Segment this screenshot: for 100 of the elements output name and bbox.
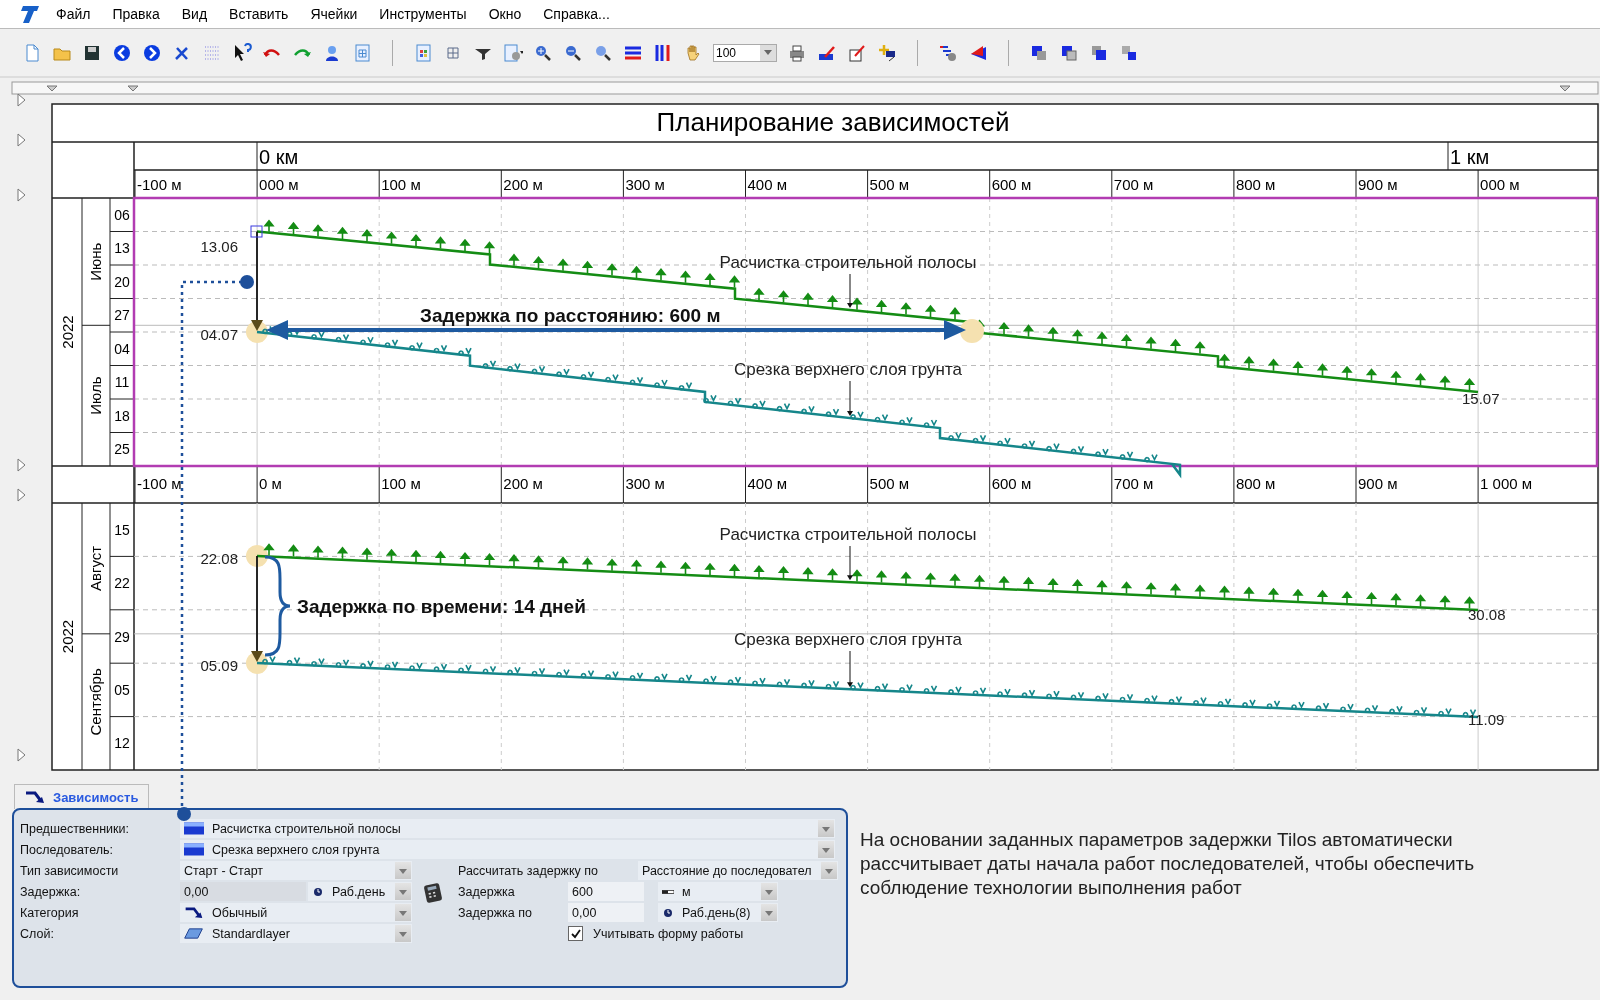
calc-method-select[interactable]: Расстояние до последовател	[638, 861, 838, 880]
month-label: Июнь	[87, 242, 104, 281]
menu-item[interactable]: Вид	[181, 6, 208, 22]
date-label: 22.08	[200, 550, 238, 567]
menu-item[interactable]: Справка...	[543, 6, 610, 22]
date-label: 15.07	[1462, 390, 1500, 407]
month-label: Сентябрь	[87, 668, 104, 736]
pane-marker-icon[interactable]	[17, 458, 26, 472]
axis-label: -100 м	[137, 176, 182, 193]
type-select[interactable]: Старт - Старт	[180, 861, 412, 880]
distance-delay-field[interactable]: 600	[568, 882, 644, 901]
unit-select[interactable]: м	[658, 882, 778, 901]
unit-select[interactable]: Раб.день	[308, 882, 412, 901]
checkbox-label: Учитывать форму работы	[593, 926, 744, 941]
dependency-icon	[184, 906, 204, 919]
pane-marker-icon[interactable]	[17, 748, 26, 762]
field-label: Рассчитать задержку по	[458, 863, 599, 878]
menu-item[interactable]: Вставить	[229, 6, 289, 22]
axis-label: 000 м	[1480, 176, 1520, 193]
work-label: Расчистка строительной полосы	[719, 525, 977, 544]
zoom-field[interactable]: 100	[713, 43, 777, 62]
selected-pane[interactable]	[132, 196, 1599, 468]
layer-select[interactable]: Standardlayer	[180, 924, 412, 943]
day-label: 27	[114, 307, 130, 324]
day-label: 22	[114, 575, 130, 592]
selection-handle[interactable]	[250, 225, 263, 238]
layer-icon	[184, 927, 204, 940]
unit-select[interactable]: Раб.день(8)	[658, 903, 778, 922]
pane-marker-icon[interactable]	[17, 93, 26, 107]
month-label: Июль	[87, 376, 104, 415]
printer-icon[interactable]	[787, 42, 807, 63]
axis-label: 000 м	[259, 176, 299, 193]
caret-icon	[764, 50, 772, 55]
month-label: Август	[87, 545, 104, 591]
check-icon	[570, 928, 581, 939]
chart-title: Планирование зависимостей	[656, 107, 1010, 137]
axis-label: 100 м	[381, 176, 421, 193]
clock-icon	[662, 907, 674, 918]
delay-field[interactable]: 0,00	[180, 882, 306, 901]
highlight-circle	[960, 319, 984, 343]
axis-label: 500 м	[869, 475, 910, 492]
field-label: Тип зависимости	[20, 863, 120, 878]
table-icon[interactable]	[352, 42, 372, 63]
axis-label: 600 м	[991, 475, 1032, 492]
work-label: Расчистка строительной полосы	[719, 253, 977, 272]
axis-label: 700 м	[1113, 475, 1154, 492]
menu-item[interactable]: Файл	[56, 6, 91, 22]
day-label: 15	[114, 521, 130, 538]
vertical-bars-icon[interactable]	[653, 42, 673, 63]
axis-label: 900 м	[1358, 176, 1398, 193]
add-percent-icon[interactable]	[877, 42, 897, 63]
calculator-icon[interactable]	[422, 882, 444, 904]
annotation-text: Задержка по расстоянию: 600 м	[420, 305, 721, 326]
pane-marker-icon[interactable]	[17, 133, 26, 147]
work-label: Срезка верхнего слоя грунта	[734, 630, 962, 649]
field-label: Задержка	[458, 884, 516, 899]
delay-by-field[interactable]: 0,00	[568, 903, 644, 922]
axis-label: 400 м	[747, 176, 787, 193]
date-label: 13.06	[200, 237, 238, 255]
menu-item[interactable]: Окно	[488, 6, 522, 22]
pane-marker-icon[interactable]	[17, 488, 26, 502]
pane-marker-icon[interactable]	[17, 188, 26, 202]
pointer-arrow	[847, 273, 853, 308]
back-icon[interactable]	[112, 42, 132, 63]
annotation-text: Задержка по времени: 14 дней	[297, 596, 586, 617]
app-logo-icon	[20, 4, 40, 24]
work-line[interactable]	[256, 219, 1479, 394]
chart-file-icon[interactable]	[413, 42, 433, 63]
field-label: Предшественники:	[20, 821, 131, 836]
date-label: 11.09	[1468, 711, 1505, 728]
axis-label: 100 м	[381, 475, 421, 492]
menu-item[interactable]: Ячейки	[310, 6, 358, 22]
axis-label: 800 м	[1235, 176, 1276, 193]
clock-icon	[312, 886, 324, 897]
category-select[interactable]: Обычный	[180, 903, 412, 922]
axis-label: 0 км	[259, 146, 299, 168]
dependency-tab[interactable]: Зависимость	[14, 784, 150, 809]
pointer-arrow	[847, 545, 853, 581]
axis-label: 1 км	[1450, 146, 1490, 168]
predecessor-select[interactable]: Расчистка строительной полосы	[180, 819, 835, 838]
day-label: 13	[114, 240, 130, 257]
pointer-icon[interactable]	[232, 42, 252, 63]
day-label: 05	[114, 681, 130, 698]
axis-label: 700 м	[1113, 176, 1154, 193]
menu-item[interactable]: Инструменты	[379, 6, 467, 22]
day-label: 12	[114, 735, 130, 752]
dependency-icon	[25, 790, 45, 804]
description-text: На основании заданных параметров задержки Tilos автоматически рассчитывает даты начала работ последователей, чтобы обеспечить соблюдение технологии выполнения работ	[860, 828, 1476, 900]
pointer-arrow	[847, 650, 853, 688]
axis-label: 600 м	[991, 176, 1032, 193]
pointer-arrow	[847, 380, 853, 417]
axis-label: 200 м	[503, 176, 543, 193]
menu-item[interactable]: Правка	[112, 6, 160, 22]
successor-select[interactable]: Срезка верхнего слоя грунта	[180, 840, 835, 859]
forward-icon[interactable]	[142, 42, 162, 63]
field-label: Задержка по	[458, 905, 533, 920]
axis-label: 800 м	[1235, 475, 1276, 492]
checkbox[interactable]	[568, 926, 583, 941]
axis-label: -100 м	[137, 475, 182, 492]
work-line[interactable]	[256, 325, 1182, 479]
